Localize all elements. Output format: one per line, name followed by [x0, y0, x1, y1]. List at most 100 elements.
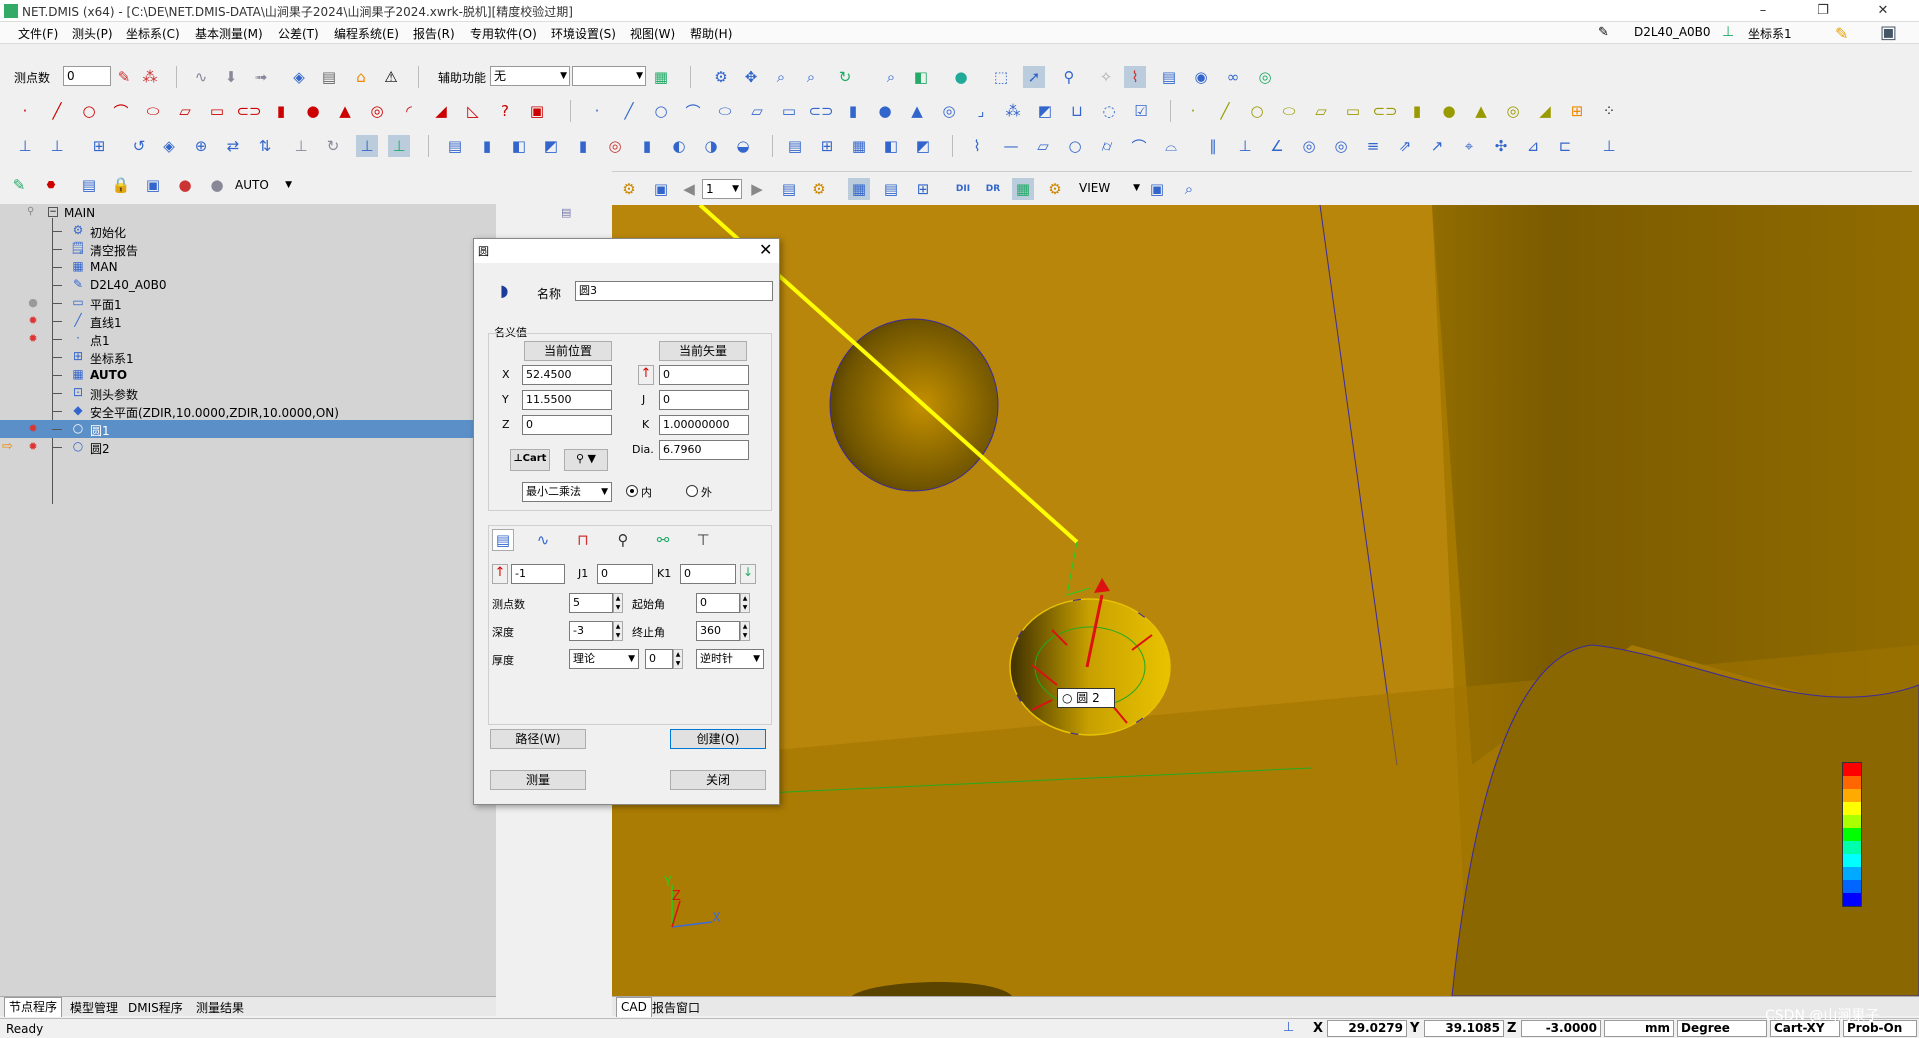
c-ellipse-icon[interactable]: ⬭	[714, 100, 736, 122]
save-view-icon[interactable]: ▣	[650, 178, 672, 200]
menu-view[interactable]: 视图(W)	[630, 25, 675, 42]
dialog-close-icon[interactable]: ✕	[759, 240, 772, 259]
tree-item[interactable]: ✹ ⇨ ○ 圆2	[0, 438, 480, 456]
view-grid-icon[interactable]: ▦	[848, 178, 870, 200]
close-button[interactable]: ✕	[1860, 0, 1906, 22]
position-icon[interactable]: ⌖	[1458, 135, 1480, 157]
new-page-icon[interactable]: ▤	[778, 178, 800, 200]
next-page-icon[interactable]: ▶	[746, 178, 768, 200]
y-circle-icon[interactable]: ○	[1246, 100, 1268, 122]
tree-item[interactable]: 🗒 清空报告	[0, 240, 480, 258]
c-pattern-icon[interactable]: ⁂	[1002, 100, 1024, 122]
c-bracket-icon[interactable]: ⊔	[1066, 100, 1088, 122]
aux2-select[interactable]: ▼	[572, 66, 646, 86]
points-input[interactable]: 0	[63, 66, 111, 86]
tab-dmis-program[interactable]: DMIS程序	[124, 999, 187, 1016]
path-tab-4-icon[interactable]: ⚲	[612, 529, 634, 551]
search-icon[interactable]: ⌕	[880, 66, 902, 88]
probe-view-icon[interactable]: ⚲	[1058, 66, 1080, 88]
construct-5-icon[interactable]: ◎	[604, 135, 626, 157]
c-edge-icon[interactable]: ◩	[1034, 100, 1056, 122]
refresh-icon[interactable]: ↻	[322, 135, 344, 157]
goto-icon[interactable]: ➟	[250, 66, 272, 88]
tab-cad[interactable]: CAD	[616, 997, 652, 1017]
approach-vector-icon[interactable]: ↑	[492, 564, 508, 584]
c-slot-icon[interactable]: ⊂⊃	[808, 100, 833, 122]
select-icon[interactable]: ⬚	[990, 66, 1012, 88]
menu-report[interactable]: 报告(R)	[413, 25, 455, 42]
cylinder-feature-icon[interactable]: ▮	[270, 100, 292, 122]
current-coordinate[interactable]: 坐标系1	[1748, 25, 1792, 42]
pen-icon[interactable]: ✎	[1835, 24, 1848, 43]
path-tab-3-icon[interactable]: ⊓	[572, 529, 594, 551]
rotate-coord-icon[interactable]: ↺	[128, 135, 150, 157]
angle-unit-field[interactable]: Degree	[1677, 1020, 1767, 1037]
tree-item[interactable]: ◆ 安全平面(ZDIR,10.0000,ZDIR,10.0000,ON)	[0, 402, 480, 420]
end-angle-input[interactable]: 360	[696, 621, 740, 641]
k1-input[interactable]: 0	[680, 564, 736, 584]
ellipse-feature-icon[interactable]: ⬭	[142, 100, 164, 122]
torus-feature-icon[interactable]: ◎	[366, 100, 388, 122]
construct-2-icon[interactable]: ◧	[508, 135, 530, 157]
points-count-input[interactable]: 5	[569, 593, 613, 613]
thickness-input[interactable]: 0	[645, 649, 673, 669]
page-select[interactable]: 1 ▼	[702, 179, 742, 199]
translate-icon[interactable]: ⇄	[222, 135, 244, 157]
flatness-icon[interactable]: ▱	[1032, 135, 1054, 157]
tab-report-window[interactable]: 报告窗口	[648, 999, 704, 1016]
report-2-icon[interactable]: ⊞	[816, 135, 838, 157]
j-input[interactable]: 0	[659, 390, 749, 410]
z-input[interactable]: 0	[522, 415, 612, 435]
probe-view2-icon[interactable]: ⚙	[808, 178, 830, 200]
unit-field[interactable]: mm	[1604, 1020, 1674, 1037]
y-input[interactable]: 11.5500	[522, 390, 612, 410]
tree-item[interactable]: ✹ ○ 圆1	[0, 420, 480, 438]
coaxiality-icon[interactable]: ◎	[1330, 135, 1352, 157]
tree-item[interactable]: ⚙ 初始化	[0, 222, 480, 240]
align-icon[interactable]: ⊞	[88, 135, 110, 157]
y-cone-icon[interactable]: ▲	[1470, 100, 1492, 122]
move-icon[interactable]: ⬇	[220, 66, 242, 88]
start-angle-input[interactable]: 0	[696, 593, 740, 613]
path-tab-1-icon[interactable]: ▤	[492, 529, 514, 551]
menu-probe[interactable]: 测头(P)	[72, 25, 113, 42]
camera-icon[interactable]: ◉	[1190, 66, 1212, 88]
depth-input[interactable]: -3	[569, 621, 613, 641]
y-ellipse-icon[interactable]: ⬭	[1278, 100, 1300, 122]
k-input[interactable]: 1.00000000	[659, 415, 749, 435]
depth-spinner[interactable]: ▲ ▼	[613, 621, 623, 641]
construct-6-icon[interactable]: ▮	[636, 135, 658, 157]
curve-feature-icon[interactable]: ◜	[398, 100, 420, 122]
stop-icon[interactable]: ⬣	[40, 174, 62, 196]
tab-node-program[interactable]: 节点程序	[4, 997, 63, 1017]
c-rect-icon[interactable]: ▭	[778, 100, 800, 122]
y-point-icon[interactable]: ·	[1182, 100, 1204, 122]
coord-icon[interactable]: ⊥	[46, 135, 68, 157]
measure-button[interactable]: 测量	[490, 770, 586, 790]
current-vector-button[interactable]: 当前矢量	[659, 341, 747, 361]
pointer-icon[interactable]: ➚	[1023, 66, 1045, 88]
tree-item[interactable]: ✹ ╱ 直线1	[0, 312, 480, 330]
breakpoint-icon[interactable]: ●	[27, 297, 39, 309]
lock-icon[interactable]: 🔒	[110, 174, 132, 196]
surface-profile-icon[interactable]: ⌓	[1160, 135, 1182, 157]
i-input[interactable]: 0	[659, 365, 749, 385]
construct-3-icon[interactable]: ◩	[540, 135, 562, 157]
save-disk-icon[interactable]: ▣	[1146, 178, 1168, 200]
j1-input[interactable]: 0	[597, 564, 653, 584]
c-gap-icon[interactable]: ◌	[1098, 100, 1120, 122]
probe-rotate-icon[interactable]: ⚙	[710, 66, 732, 88]
fit-method-select[interactable]: 最小二乘法 ▼	[522, 482, 612, 502]
construct-7-icon[interactable]: ◐	[668, 135, 690, 157]
menu-help[interactable]: 帮助(H)	[690, 25, 732, 42]
tree-item[interactable]: ▦ AUTO	[0, 366, 480, 384]
angle-feature-icon[interactable]: ◺	[462, 100, 484, 122]
tree-item[interactable]: ✎ D2L40_A0B0	[0, 276, 480, 294]
y-rect-icon[interactable]: ▭	[1342, 100, 1364, 122]
aux-select[interactable]: 无 ▼	[490, 66, 570, 86]
c-plane-icon[interactable]: ▱	[746, 100, 768, 122]
restore-button[interactable]: ❐	[1800, 0, 1846, 22]
tree-item[interactable]: ▦ MAN	[0, 258, 480, 276]
arc-feature-icon[interactable]: ⌒	[110, 100, 132, 122]
move-arrows-icon[interactable]: ✥	[740, 66, 762, 88]
